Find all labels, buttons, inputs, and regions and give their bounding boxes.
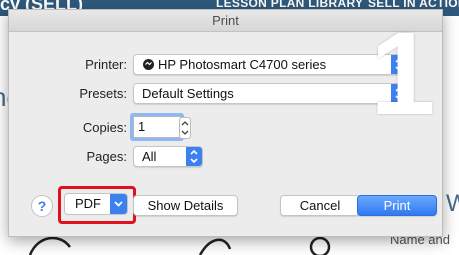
- presets-label: Presets:: [79, 86, 127, 101]
- network-printer-icon: [143, 59, 154, 70]
- chevron-up-down-icon: [186, 147, 202, 166]
- print-button[interactable]: Print: [357, 195, 437, 216]
- background-heading-right: W: [446, 190, 459, 217]
- copies-field[interactable]: 1: [133, 116, 181, 138]
- pdf-label: PDF: [75, 196, 101, 211]
- pages-value: All: [142, 149, 157, 164]
- show-details-button[interactable]: Show Details: [133, 195, 238, 216]
- step-number: 1: [370, 8, 436, 140]
- pages-label: Pages:: [86, 149, 127, 164]
- printer-select[interactable]: HP Photosmart C4700 series: [133, 54, 408, 75]
- chevron-up-down-icon: [181, 121, 189, 135]
- chevron-down-icon: [110, 194, 127, 214]
- help-button[interactable]: ?: [31, 195, 53, 217]
- copies-stepper[interactable]: [179, 117, 191, 139]
- cancel-button[interactable]: Cancel: [280, 195, 360, 216]
- presets-value: Default Settings: [142, 86, 234, 101]
- pages-select[interactable]: All: [133, 146, 203, 167]
- pdf-menu-button[interactable]: PDF: [64, 193, 128, 215]
- printer-label: Printer:: [85, 57, 127, 72]
- copies-label: Copies:: [82, 120, 127, 135]
- presets-select[interactable]: Default Settings: [133, 83, 408, 104]
- printer-value: HP Photosmart C4700 series: [158, 57, 327, 72]
